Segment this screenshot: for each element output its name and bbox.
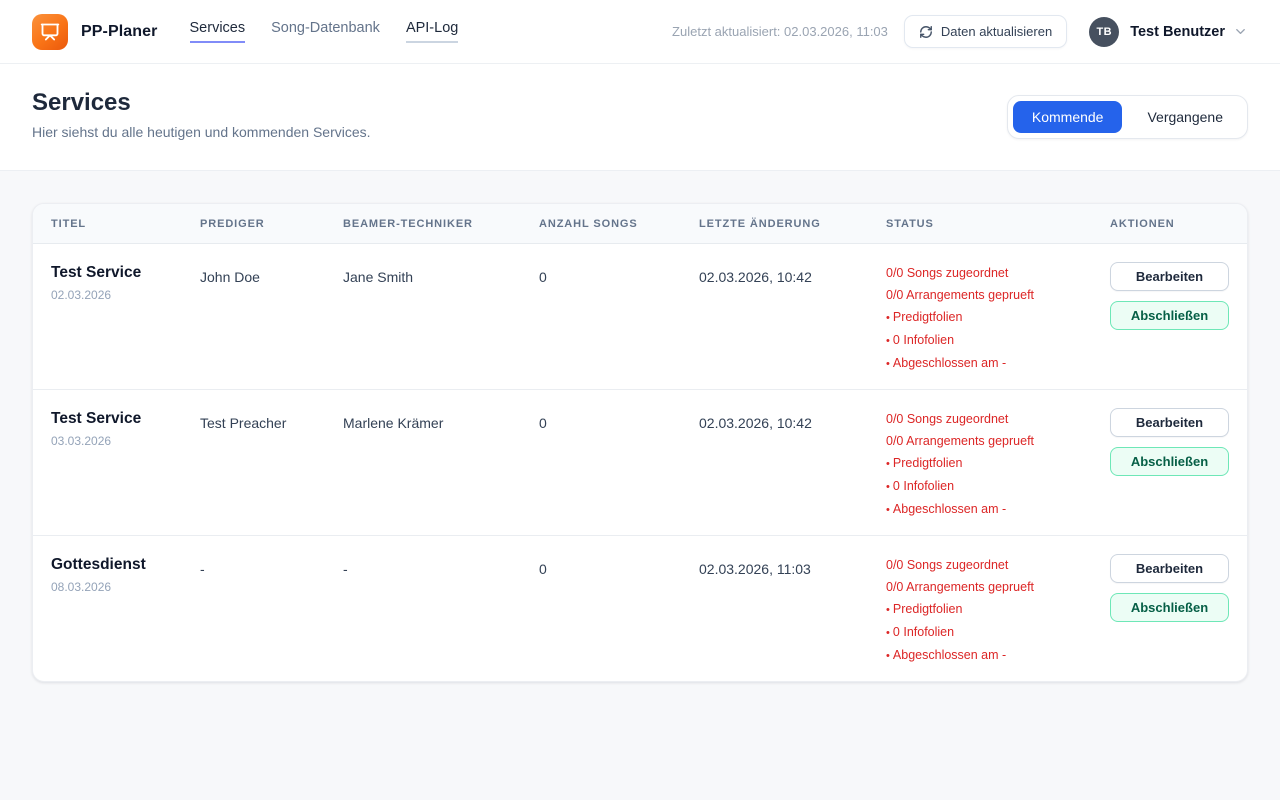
refresh-button-label: Daten aktualisieren	[941, 24, 1052, 39]
status-line: 0 Infofolien	[886, 329, 1096, 352]
status-line: 0/0 Arrangements geprueft	[886, 284, 1096, 306]
filter-vergangene-button[interactable]: Vergangene	[1128, 101, 1242, 133]
nav-item-song-datenbank[interactable]: Song-Datenbank	[271, 20, 380, 43]
status-list: 0/0 Songs zugeordnet0/0 Arrangements gep…	[886, 554, 1110, 667]
song-count-cell: 0	[539, 554, 699, 577]
app-title: PP-Planer	[81, 23, 158, 41]
column-header-titel: TITEL	[51, 218, 200, 230]
beamer-technician-cell: Jane Smith	[343, 262, 539, 285]
status-line: Abgeschlossen am -	[886, 644, 1096, 667]
actions-cell: Bearbeiten Abschließen	[1110, 554, 1229, 622]
app-header: PP-Planer Services Song-Datenbank API-Lo…	[0, 0, 1280, 64]
user-menu[interactable]: TB Test Benutzer	[1089, 17, 1248, 47]
last-updated-text: Zuletzt aktualisiert: 02.03.2026, 11:03	[672, 24, 888, 39]
status-line: Predigtfolien	[886, 598, 1096, 621]
filter-kommende-button[interactable]: Kommende	[1013, 101, 1123, 133]
service-date: 02.03.2026	[51, 288, 186, 302]
column-header-aktionen: AKTIONEN	[1110, 218, 1229, 230]
status-line: 0 Infofolien	[886, 621, 1096, 644]
actions-cell: Bearbeiten Abschließen	[1110, 262, 1229, 330]
service-date: 08.03.2026	[51, 580, 186, 594]
status-list: 0/0 Songs zugeordnet0/0 Arrangements gep…	[886, 408, 1110, 521]
column-header-beamer-techniker: BEAMER-TECHNIKER	[343, 218, 539, 230]
beamer-technician-cell: Marlene Krämer	[343, 408, 539, 431]
nav-item-services[interactable]: Services	[190, 20, 246, 43]
app-logo	[32, 14, 68, 50]
preacher-cell: Test Preacher	[200, 408, 343, 431]
table-row: Gottesdienst 08.03.2026 - - 0 02.03.2026…	[33, 535, 1247, 681]
title-cell: Test Service 02.03.2026	[51, 262, 200, 302]
complete-button[interactable]: Abschließen	[1110, 593, 1229, 622]
refresh-data-button[interactable]: Daten aktualisieren	[904, 15, 1067, 48]
last-change-cell: 02.03.2026, 11:03	[699, 554, 886, 577]
complete-button[interactable]: Abschließen	[1110, 447, 1229, 476]
status-line: Predigtfolien	[886, 452, 1096, 475]
preacher-cell: -	[200, 554, 343, 577]
column-header-status: STATUS	[886, 218, 1110, 230]
column-header-prediger: PREDIGER	[200, 218, 343, 230]
service-date: 03.03.2026	[51, 434, 186, 448]
user-name: Test Benutzer	[1130, 24, 1225, 40]
status-line: Predigtfolien	[886, 306, 1096, 329]
status-line: Abgeschlossen am -	[886, 352, 1096, 375]
main-nav: Services Song-Datenbank API-Log	[190, 20, 459, 43]
service-title: Test Service	[51, 264, 186, 282]
last-change-cell: 02.03.2026, 10:42	[699, 408, 886, 431]
status-line: 0/0 Arrangements geprueft	[886, 430, 1096, 452]
status-line: 0/0 Songs zugeordnet	[886, 554, 1096, 576]
column-header-letzte-aenderung: LETZTE ÄNDERUNG	[699, 218, 886, 230]
beamer-technician-cell: -	[343, 554, 539, 577]
service-title: Gottesdienst	[51, 556, 186, 574]
song-count-cell: 0	[539, 262, 699, 285]
last-change-cell: 02.03.2026, 10:42	[699, 262, 886, 285]
status-line: Abgeschlossen am -	[886, 498, 1096, 521]
service-title: Test Service	[51, 410, 186, 428]
status-line: 0/0 Songs zugeordnet	[886, 262, 1096, 284]
title-cell: Gottesdienst 08.03.2026	[51, 554, 200, 594]
complete-button[interactable]: Abschließen	[1110, 301, 1229, 330]
presentation-icon	[40, 22, 60, 42]
actions-cell: Bearbeiten Abschließen	[1110, 408, 1229, 476]
song-count-cell: 0	[539, 408, 699, 431]
table-header-row: TITEL PREDIGER BEAMER-TECHNIKER ANZAHL S…	[33, 204, 1247, 244]
edit-button[interactable]: Bearbeiten	[1110, 262, 1229, 291]
page-header: Services Hier siehst du alle heutigen un…	[0, 64, 1280, 171]
column-header-anzahl-songs: ANZAHL SONGS	[539, 218, 699, 230]
status-list: 0/0 Songs zugeordnet0/0 Arrangements gep…	[886, 262, 1110, 375]
services-table-card: TITEL PREDIGER BEAMER-TECHNIKER ANZAHL S…	[32, 203, 1248, 682]
table-body: Test Service 02.03.2026 John Doe Jane Sm…	[33, 244, 1247, 681]
avatar: TB	[1089, 17, 1119, 47]
edit-button[interactable]: Bearbeiten	[1110, 408, 1229, 437]
title-cell: Test Service 03.03.2026	[51, 408, 200, 448]
status-line: 0 Infofolien	[886, 475, 1096, 498]
table-row: Test Service 03.03.2026 Test Preacher Ma…	[33, 389, 1247, 535]
table-row: Test Service 02.03.2026 John Doe Jane Sm…	[33, 244, 1247, 389]
nav-item-api-log[interactable]: API-Log	[406, 20, 458, 43]
page-content: TITEL PREDIGER BEAMER-TECHNIKER ANZAHL S…	[0, 171, 1280, 714]
service-filter-toggle: Kommende Vergangene	[1007, 95, 1248, 139]
status-line: 0/0 Arrangements geprueft	[886, 576, 1096, 598]
refresh-icon	[919, 25, 933, 39]
status-line: 0/0 Songs zugeordnet	[886, 408, 1096, 430]
preacher-cell: John Doe	[200, 262, 343, 285]
edit-button[interactable]: Bearbeiten	[1110, 554, 1229, 583]
chevron-down-icon	[1233, 24, 1248, 39]
